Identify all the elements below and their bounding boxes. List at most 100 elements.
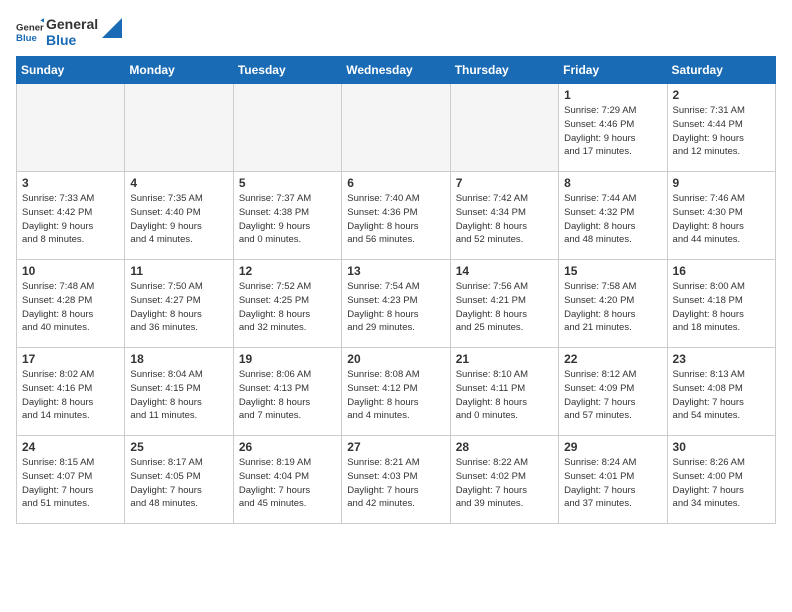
- calendar-cell: 17 Sunrise: 8:02 AMSunset: 4:16 PMDayligh…: [17, 348, 125, 436]
- calendar-cell: 8 Sunrise: 7:44 AMSunset: 4:32 PMDaylight…: [559, 172, 667, 260]
- calendar-cell: 5 Sunrise: 7:37 AMSunset: 4:38 PMDaylight…: [233, 172, 341, 260]
- day-number: 18: [130, 352, 227, 366]
- day-number: 7: [456, 176, 553, 190]
- day-info: Sunrise: 8:26 AMSunset: 4:00 PMDaylight:…: [673, 456, 770, 511]
- calendar-cell: 9Sunrise: 7:46 AMSunset: 4:30 PMDaylight…: [667, 172, 775, 260]
- calendar-cell: 7 Sunrise: 7:42 AMSunset: 4:34 PMDaylight…: [450, 172, 558, 260]
- page-header: General Blue General Blue: [16, 16, 776, 48]
- day-info: Sunrise: 7:52 AMSunset: 4:25 PMDaylight:…: [239, 280, 336, 335]
- calendar-cell: [342, 84, 450, 172]
- day-info: Sunrise: 8:24 AMSunset: 4:01 PMDaylight:…: [564, 456, 661, 511]
- calendar-cell: 13 Sunrise: 7:54 AMSunset: 4:23 PMDayligh…: [342, 260, 450, 348]
- day-number: 11: [130, 264, 227, 278]
- day-info: Sunrise: 7:50 AMSunset: 4:27 PMDaylight:…: [130, 280, 227, 335]
- logo-icon: General Blue: [16, 18, 44, 46]
- calendar-week-4: 24 Sunrise: 8:15 AMSunset: 4:07 PMDayligh…: [17, 436, 776, 524]
- day-info: Sunrise: 7:46 AMSunset: 4:30 PMDaylight:…: [673, 192, 770, 247]
- weekday-header-sunday: Sunday: [17, 57, 125, 84]
- weekday-header-friday: Friday: [559, 57, 667, 84]
- logo-blue: Blue: [46, 32, 98, 48]
- day-info: Sunrise: 7:35 AMSunset: 4:40 PMDaylight:…: [130, 192, 227, 247]
- day-number: 26: [239, 440, 336, 454]
- day-number: 16: [673, 264, 770, 278]
- day-number: 19: [239, 352, 336, 366]
- calendar-cell: 10Sunrise: 7:48 AMSunset: 4:28 PMDayligh…: [17, 260, 125, 348]
- day-number: 24: [22, 440, 119, 454]
- day-info: Sunrise: 8:00 AMSunset: 4:18 PMDaylight:…: [673, 280, 770, 335]
- calendar-cell: 14Sunrise: 7:56 AMSunset: 4:21 PMDayligh…: [450, 260, 558, 348]
- day-number: 21: [456, 352, 553, 366]
- day-number: 2: [673, 88, 770, 102]
- day-info: Sunrise: 8:08 AMSunset: 4:12 PMDaylight:…: [347, 368, 444, 423]
- day-info: Sunrise: 8:02 AMSunset: 4:16 PMDaylight:…: [22, 368, 119, 423]
- day-info: Sunrise: 7:42 AMSunset: 4:34 PMDaylight:…: [456, 192, 553, 247]
- day-number: 8: [564, 176, 661, 190]
- calendar-cell: [125, 84, 233, 172]
- day-number: 30: [673, 440, 770, 454]
- day-info: Sunrise: 8:12 AMSunset: 4:09 PMDaylight:…: [564, 368, 661, 423]
- weekday-header-tuesday: Tuesday: [233, 57, 341, 84]
- day-info: Sunrise: 7:37 AMSunset: 4:38 PMDaylight:…: [239, 192, 336, 247]
- day-number: 6: [347, 176, 444, 190]
- calendar-week-2: 10Sunrise: 7:48 AMSunset: 4:28 PMDayligh…: [17, 260, 776, 348]
- calendar-week-3: 17 Sunrise: 8:02 AMSunset: 4:16 PMDayligh…: [17, 348, 776, 436]
- calendar-week-1: 3Sunrise: 7:33 AMSunset: 4:42 PMDaylight…: [17, 172, 776, 260]
- calendar-cell: 18 Sunrise: 8:04 AMSunset: 4:15 PMDayligh…: [125, 348, 233, 436]
- calendar-cell: 23Sunrise: 8:13 AMSunset: 4:08 PMDayligh…: [667, 348, 775, 436]
- calendar-cell: 3Sunrise: 7:33 AMSunset: 4:42 PMDaylight…: [17, 172, 125, 260]
- day-info: Sunrise: 7:56 AMSunset: 4:21 PMDaylight:…: [456, 280, 553, 335]
- calendar-cell: [450, 84, 558, 172]
- calendar-cell: 24 Sunrise: 8:15 AMSunset: 4:07 PMDayligh…: [17, 436, 125, 524]
- day-info: Sunrise: 7:40 AMSunset: 4:36 PMDaylight:…: [347, 192, 444, 247]
- day-info: Sunrise: 8:21 AMSunset: 4:03 PMDaylight:…: [347, 456, 444, 511]
- calendar-cell: 15 Sunrise: 7:58 AMSunset: 4:20 PMDayligh…: [559, 260, 667, 348]
- day-number: 5: [239, 176, 336, 190]
- day-info: Sunrise: 7:29 AMSunset: 4:46 PMDaylight:…: [564, 104, 661, 159]
- weekday-header-wednesday: Wednesday: [342, 57, 450, 84]
- day-number: 3: [22, 176, 119, 190]
- calendar-cell: 6 Sunrise: 7:40 AMSunset: 4:36 PMDaylight…: [342, 172, 450, 260]
- logo-general: General: [46, 16, 98, 32]
- day-number: 13: [347, 264, 444, 278]
- day-number: 25: [130, 440, 227, 454]
- weekday-header-monday: Monday: [125, 57, 233, 84]
- day-info: Sunrise: 8:22 AMSunset: 4:02 PMDaylight:…: [456, 456, 553, 511]
- day-number: 20: [347, 352, 444, 366]
- day-info: Sunrise: 8:15 AMSunset: 4:07 PMDaylight:…: [22, 456, 119, 511]
- calendar-cell: 19 Sunrise: 8:06 AMSunset: 4:13 PMDayligh…: [233, 348, 341, 436]
- day-number: 12: [239, 264, 336, 278]
- calendar-header: SundayMondayTuesdayWednesdayThursdayFrid…: [17, 57, 776, 84]
- day-info: Sunrise: 8:19 AMSunset: 4:04 PMDaylight:…: [239, 456, 336, 511]
- day-info: Sunrise: 8:06 AMSunset: 4:13 PMDaylight:…: [239, 368, 336, 423]
- calendar-cell: 20 Sunrise: 8:08 AMSunset: 4:12 PMDayligh…: [342, 348, 450, 436]
- day-info: Sunrise: 8:13 AMSunset: 4:08 PMDaylight:…: [673, 368, 770, 423]
- logo-triangle-icon: [102, 18, 122, 38]
- calendar-cell: 27 Sunrise: 8:21 AMSunset: 4:03 PMDayligh…: [342, 436, 450, 524]
- day-info: Sunrise: 7:44 AMSunset: 4:32 PMDaylight:…: [564, 192, 661, 247]
- calendar-cell: 21Sunrise: 8:10 AMSunset: 4:11 PMDayligh…: [450, 348, 558, 436]
- day-info: Sunrise: 8:17 AMSunset: 4:05 PMDaylight:…: [130, 456, 227, 511]
- calendar-cell: 11 Sunrise: 7:50 AMSunset: 4:27 PMDayligh…: [125, 260, 233, 348]
- calendar-cell: 16 Sunrise: 8:00 AMSunset: 4:18 PMDayligh…: [667, 260, 775, 348]
- day-number: 4: [130, 176, 227, 190]
- calendar-cell: 30 Sunrise: 8:26 AMSunset: 4:00 PMDayligh…: [667, 436, 775, 524]
- day-number: 15: [564, 264, 661, 278]
- calendar-cell: 29 Sunrise: 8:24 AMSunset: 4:01 PMDayligh…: [559, 436, 667, 524]
- day-info: Sunrise: 7:31 AMSunset: 4:44 PMDaylight:…: [673, 104, 770, 159]
- calendar-cell: 25 Sunrise: 8:17 AMSunset: 4:05 PMDayligh…: [125, 436, 233, 524]
- day-number: 22: [564, 352, 661, 366]
- weekday-header-saturday: Saturday: [667, 57, 775, 84]
- day-number: 27: [347, 440, 444, 454]
- day-info: Sunrise: 8:04 AMSunset: 4:15 PMDaylight:…: [130, 368, 227, 423]
- day-info: Sunrise: 7:54 AMSunset: 4:23 PMDaylight:…: [347, 280, 444, 335]
- day-info: Sunrise: 7:48 AMSunset: 4:28 PMDaylight:…: [22, 280, 119, 335]
- day-number: 29: [564, 440, 661, 454]
- calendar-cell: 2 Sunrise: 7:31 AMSunset: 4:44 PMDaylight…: [667, 84, 775, 172]
- day-number: 1: [564, 88, 661, 102]
- day-info: Sunrise: 7:58 AMSunset: 4:20 PMDaylight:…: [564, 280, 661, 335]
- day-number: 17: [22, 352, 119, 366]
- calendar-cell: 26 Sunrise: 8:19 AMSunset: 4:04 PMDayligh…: [233, 436, 341, 524]
- svg-text:General: General: [16, 22, 44, 33]
- calendar-cell: [233, 84, 341, 172]
- logo: General Blue General Blue: [16, 16, 122, 48]
